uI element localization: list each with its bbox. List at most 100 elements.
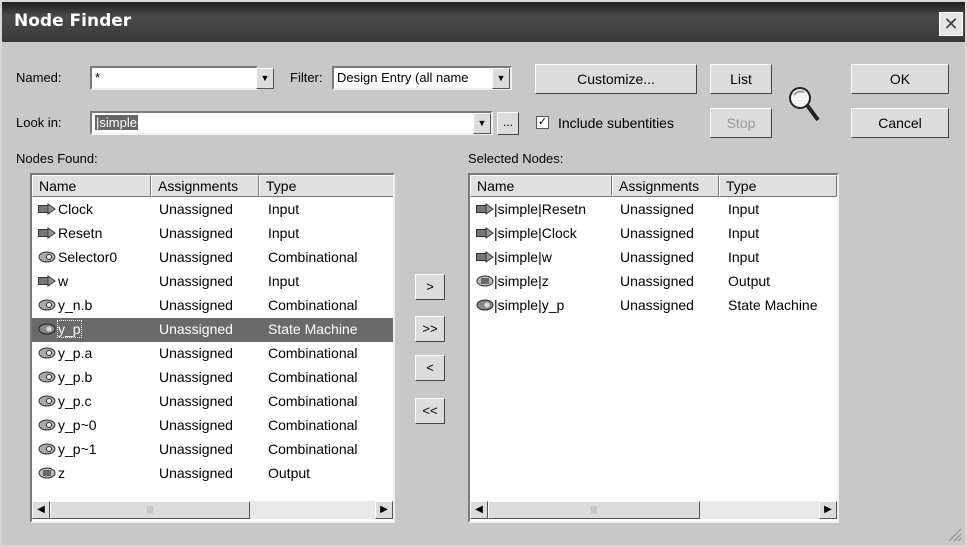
node-assignment: Unassigned [159, 297, 233, 313]
node-assignment: Unassigned [620, 273, 694, 289]
node-name: Selector0 [58, 249, 118, 265]
output-pin-icon [476, 274, 494, 287]
node-assignment: Unassigned [159, 273, 233, 289]
table-row[interactable]: y_p.b Unassigned Combinational [32, 366, 393, 390]
nodes-found-hscrollbar[interactable]: ◀ ||| ▶ [32, 501, 393, 519]
table-row[interactable]: Clock Unassigned Input [32, 198, 393, 222]
node-type: Combinational [268, 393, 358, 409]
table-row[interactable]: w Unassigned Input [32, 270, 393, 294]
input-pin-icon [476, 202, 494, 215]
table-row[interactable]: |simple|y_p Unassigned State Machine [470, 294, 837, 318]
node-name: |simple|w [494, 249, 552, 265]
table-row[interactable]: |simple|Clock Unassigned Input [470, 222, 837, 246]
table-row[interactable]: y_p.c Unassigned Combinational [32, 390, 393, 414]
filter-dropdown-icon[interactable]: ▼ [492, 68, 510, 89]
add-button[interactable]: > [415, 274, 445, 300]
add-all-button[interactable]: >> [415, 316, 445, 342]
node-assignment: Unassigned [159, 417, 233, 433]
nodes-found-list[interactable]: Name Assignments Type Clock Unassigned Inp… [30, 173, 395, 523]
look-in-dropdown-icon[interactable]: ▼ [473, 113, 491, 134]
input-pin-icon [476, 226, 494, 239]
node-name: |simple|Clock [494, 225, 577, 241]
node-name: Resetn [58, 225, 103, 241]
remove-button[interactable]: < [415, 355, 445, 381]
input-pin-icon [38, 226, 56, 239]
nodes-found-label: Nodes Found: [16, 151, 98, 166]
scroll-thumb[interactable]: ||| [50, 501, 250, 519]
node-name: y_p~0 [58, 417, 97, 433]
filter-label: Filter: [290, 70, 323, 85]
table-row[interactable]: y_p Unassigned State Machine [32, 318, 393, 342]
scroll-right-icon[interactable]: ▶ [819, 501, 837, 519]
scroll-left-icon[interactable]: ◀ [470, 501, 488, 519]
table-row[interactable]: |simple|Resetn Unassigned Input [470, 198, 837, 222]
column-header-assignments[interactable]: Assignments [151, 175, 259, 197]
browse-button[interactable]: ... [497, 112, 519, 135]
node-name: |simple|Resetn [494, 201, 587, 217]
list-button[interactable]: List [710, 64, 772, 94]
remove-all-button[interactable]: << [415, 398, 445, 424]
close-button[interactable]: ✕ [939, 12, 963, 36]
filter-combobox[interactable]: Design Entry (all name [332, 66, 512, 90]
column-header-type[interactable]: Type [719, 175, 837, 197]
node-assignment: Unassigned [159, 393, 233, 409]
selected-nodes-hscrollbar[interactable]: ◀ ||| ▶ [470, 501, 837, 519]
node-type: Input [268, 201, 300, 217]
named-dropdown-icon[interactable]: ▼ [256, 68, 274, 89]
scroll-left-icon[interactable]: ◀ [32, 501, 50, 519]
node-assignment: Unassigned [159, 321, 233, 337]
table-row[interactable]: Resetn Unassigned Input [32, 222, 393, 246]
column-header-name[interactable]: Name [470, 175, 612, 197]
node-name: z [58, 465, 65, 481]
node-type: Combinational [268, 249, 358, 265]
node-type: Input [728, 249, 760, 265]
combinational-node-icon [38, 370, 56, 383]
node-type: Combinational [268, 441, 358, 457]
node-type: Output [728, 273, 771, 289]
look-in-combobox[interactable]: |simple [90, 111, 493, 135]
column-header-assignments[interactable]: Assignments [612, 175, 719, 197]
customize-button[interactable]: Customize... [535, 64, 697, 94]
look-in-label: Look in: [16, 115, 62, 130]
node-name: |simple|y_p [494, 297, 565, 313]
scroll-thumb[interactable]: ||| [488, 501, 700, 519]
table-row[interactable]: Selector0 Unassigned Combinational [32, 246, 393, 270]
table-row[interactable]: z Unassigned Output [32, 462, 393, 486]
scroll-right-icon[interactable]: ▶ [375, 501, 393, 519]
node-type: State Machine [728, 297, 818, 313]
node-type: Combinational [268, 417, 358, 433]
stop-button[interactable]: Stop [710, 108, 772, 138]
node-assignment: Unassigned [620, 225, 694, 241]
look-in-value: |simple [95, 115, 138, 130]
node-assignment: Unassigned [159, 249, 233, 265]
node-name: y_p~1 [58, 441, 97, 457]
table-row[interactable]: y_p.a Unassigned Combinational [32, 342, 393, 366]
table-row[interactable]: y_n.b Unassigned Combinational [32, 294, 393, 318]
ok-button[interactable]: OK [851, 64, 949, 94]
node-name: y_p.a [58, 345, 93, 361]
cancel-button[interactable]: Cancel [851, 108, 949, 138]
node-type: Combinational [268, 297, 358, 313]
named-combobox[interactable]: * [90, 66, 258, 90]
selected-nodes-list[interactable]: Name Assignments Type |simple|Resetn Unas… [468, 173, 839, 523]
include-subentities-checkbox[interactable]: ✓ [536, 116, 549, 129]
resize-grip-icon[interactable] [946, 526, 962, 542]
node-assignment: Unassigned [159, 465, 233, 481]
state-machine-icon [38, 322, 56, 335]
node-name: y_n.b [58, 297, 93, 313]
node-assignment: Unassigned [620, 249, 694, 265]
column-header-type[interactable]: Type [259, 175, 393, 197]
table-row[interactable]: |simple|z Unassigned Output [470, 270, 837, 294]
state-machine-icon [476, 298, 494, 311]
node-name: |simple|z [494, 273, 549, 289]
table-row[interactable]: y_p~0 Unassigned Combinational [32, 414, 393, 438]
node-name: Clock [58, 201, 94, 217]
node-assignment: Unassigned [159, 369, 233, 385]
node-type: State Machine [268, 321, 358, 337]
title-bar: Node Finder ✕ [2, 2, 965, 42]
table-row[interactable]: |simple|w Unassigned Input [470, 246, 837, 270]
output-pin-icon [38, 466, 56, 479]
column-header-name[interactable]: Name [32, 175, 151, 197]
node-type: Combinational [268, 345, 358, 361]
table-row[interactable]: y_p~1 Unassigned Combinational [32, 438, 393, 462]
